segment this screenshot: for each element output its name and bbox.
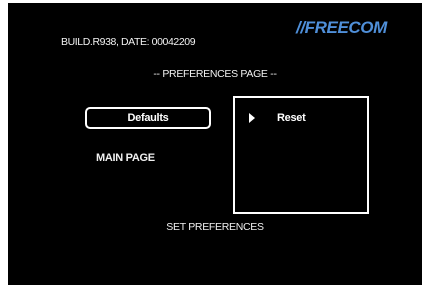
option-label: Reset <box>277 112 306 124</box>
build-info: BUILD.R938, DATE: 00042209 <box>61 36 196 48</box>
main-page-link[interactable]: MAIN PAGE <box>96 152 155 164</box>
options-panel: Reset <box>233 96 369 214</box>
footer-caption: SET PREFERENCES <box>166 221 264 233</box>
page-title: -- PREFERENCES PAGE -- <box>153 68 277 80</box>
play-arrow-icon <box>249 113 255 123</box>
tv-screen: BUILD.R938, DATE: 00042209 //FREECOM -- … <box>8 3 422 285</box>
brand-logo: //FREECOM <box>296 18 387 37</box>
option-item-reset[interactable]: Reset <box>249 111 306 125</box>
defaults-button[interactable]: Defaults <box>85 107 211 129</box>
